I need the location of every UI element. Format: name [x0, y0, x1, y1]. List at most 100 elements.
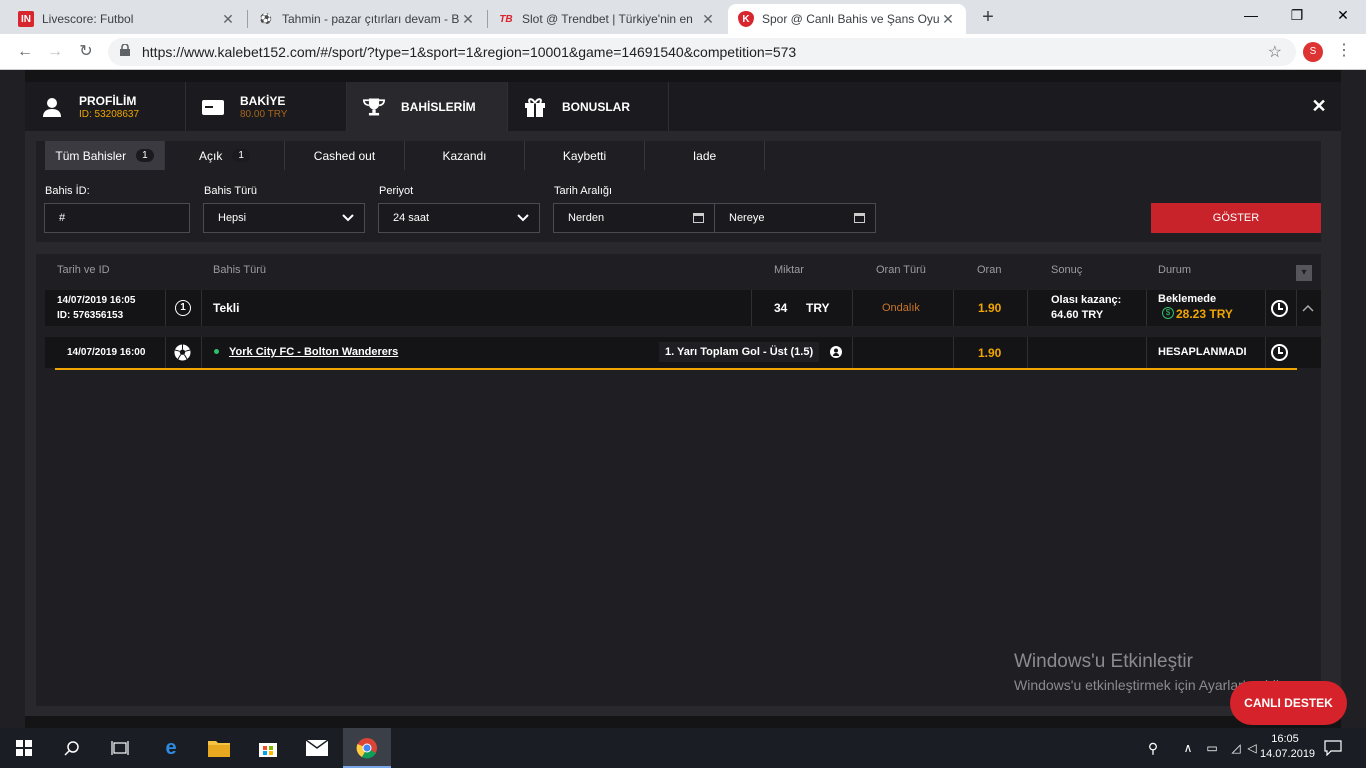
taskbar-clock[interactable]: 16:05 14.07.2019 [1260, 732, 1315, 762]
user-icon [41, 96, 63, 118]
subtab-won[interactable]: Kazandı [405, 141, 525, 170]
period-select[interactable]: 24 saat [378, 203, 540, 233]
kalebet-favicon-icon: K [738, 11, 754, 27]
back-button[interactable]: ← [13, 40, 37, 64]
divider [1296, 290, 1297, 326]
chevron-up-icon[interactable] [1302, 303, 1314, 313]
bet-type-value: Hepsi [218, 212, 247, 224]
subtab-all-bets[interactable]: Tüm Bahisler 1 [45, 141, 165, 170]
reload-button[interactable]: ↻ [74, 40, 98, 64]
subtab-label: Kaybetti [562, 148, 607, 163]
tab-balance[interactable]: BAKİYE 80.00 TRY [186, 82, 347, 131]
task-view-icon[interactable] [108, 736, 132, 760]
subtab-refund[interactable]: Iade [645, 141, 765, 170]
header-status: Durum [1158, 264, 1192, 276]
divider [852, 337, 853, 368]
table-row-bet[interactable]: 14/07/2019 16:05 ID: 576356153 1 Tekli 3… [45, 290, 1321, 326]
bet-amount: 34 [774, 301, 788, 315]
potential-win-label: Olası kazanç: [1051, 294, 1122, 306]
date-to-input[interactable]: Nereye [714, 203, 876, 233]
header-date-id: Tarih ve ID [57, 264, 110, 276]
soccer-ball-icon [174, 344, 191, 364]
date-from-input[interactable]: Nerden [553, 203, 715, 233]
bookmark-star-icon[interactable]: ☆ [1268, 42, 1282, 62]
minimize-button[interactable]: — [1228, 0, 1274, 32]
people-icon[interactable]: ⚲ [1141, 736, 1165, 760]
collapse-all-icon[interactable]: ▾ [1296, 265, 1312, 281]
date-from-value: Nerden [568, 212, 605, 224]
file-explorer-icon[interactable] [207, 736, 231, 760]
tab-bonuses[interactable]: BONUSLAR [508, 82, 669, 131]
subtab-label: Tüm Bahisler [55, 148, 127, 163]
chevron-down-icon [342, 214, 354, 222]
browser-tab-livescore[interactable]: IN Livescore: Futbol ✕ [8, 4, 246, 34]
close-tab-icon[interactable]: ✕ [460, 11, 476, 28]
calendar-icon [693, 213, 704, 223]
tab-profile-title: PROFİLİM [79, 93, 137, 108]
pending-clock-icon [1271, 344, 1288, 361]
close-window-button[interactable]: ✕ [1320, 0, 1366, 32]
subtab-open[interactable]: Açık 1 [165, 141, 285, 170]
browser-nav-bar: ← → ↻ https://www.kalebet152.com/#/sport… [0, 34, 1366, 70]
browser-tab-tahmin[interactable]: ⚽ Tahmin - pazar çıtırları devam - B ✕ [248, 4, 486, 34]
activation-watermark-title: Windows'u Etkinleştir [1014, 651, 1193, 672]
url-text: https://www.kalebet152.com/#/sport/?type… [142, 44, 797, 60]
site-left-column [0, 70, 25, 728]
profile-avatar[interactable]: S [1303, 42, 1323, 62]
bet-type-label: Bahis Türü [204, 185, 257, 197]
divider [1027, 290, 1028, 326]
divider [953, 290, 954, 326]
divider [1265, 290, 1266, 326]
store-icon[interactable] [256, 736, 280, 760]
subtab-cashed-out[interactable]: Cashed out [285, 141, 405, 170]
battery-icon[interactable]: ▭ [1200, 736, 1224, 760]
livescore-favicon-icon: IN [18, 11, 34, 27]
browser-tab-kalebet[interactable]: K Spor @ Canlı Bahis ve Şans Oyun ✕ [728, 4, 966, 34]
tab-profile[interactable]: PROFİLİM ID: 53208637 [25, 82, 186, 131]
date-range-label: Tarih Aralığı [554, 185, 613, 197]
chrome-icon[interactable] [355, 736, 379, 760]
tab-title: Spor @ Canlı Bahis ve Şans Oyun [762, 12, 940, 26]
search-icon[interactable] [60, 736, 84, 760]
edge-browser-icon[interactable]: e [159, 736, 183, 760]
close-tab-icon[interactable]: ✕ [220, 11, 236, 28]
period-value: 24 saat [393, 212, 430, 224]
chevron-up-icon[interactable]: ∧ [1176, 736, 1200, 760]
bet-type-select[interactable]: Hepsi [203, 203, 365, 233]
divider [201, 290, 202, 326]
forward-button[interactable]: → [43, 40, 67, 64]
browser-tab-trendbet[interactable]: TB Slot @ Trendbet | Türkiye'nin en ✕ [488, 4, 726, 34]
tab-my-bets-title: BAHİSLERİM [401, 99, 476, 114]
table-row-event: 14/07/2019 16:00 York City FC - Bolton W… [45, 337, 1321, 368]
wallet-icon [202, 96, 224, 118]
subtab-lost[interactable]: Kaybetti [525, 141, 645, 170]
potential-win-value: 64.60 TRY [1051, 309, 1104, 321]
calendar-icon [854, 213, 865, 223]
close-tab-icon[interactable]: ✕ [940, 11, 956, 28]
address-bar[interactable]: https://www.kalebet152.com/#/sport/?type… [108, 38, 1296, 66]
single-bet-icon: 1 [175, 300, 191, 316]
tab-my-bets[interactable]: BAHİSLERİM [347, 82, 508, 131]
divider [852, 290, 853, 326]
bet-id: ID: 576356153 [57, 310, 124, 321]
site-right-column [1341, 70, 1366, 728]
bet-type-value: Tekli [213, 301, 240, 315]
mail-icon[interactable] [305, 736, 329, 760]
cashout-amount[interactable]: 28.23 TRY [1176, 307, 1233, 321]
event-match-link[interactable]: York City FC - Bolton Wanderers [229, 346, 398, 358]
header-amount: Miktar [774, 264, 804, 276]
trophy-icon [363, 96, 385, 118]
live-support-button[interactable]: CANLI DESTEK [1230, 681, 1347, 725]
windows-start-icon[interactable] [12, 736, 36, 760]
divider [1265, 337, 1266, 368]
bet-id-input[interactable]: # [44, 203, 190, 233]
show-button[interactable]: GÖSTER [1151, 203, 1321, 233]
close-modal-icon[interactable]: ✕ [1309, 96, 1329, 116]
info-icon[interactable] [830, 346, 842, 358]
new-tab-button[interactable]: + [976, 6, 1000, 29]
notification-icon[interactable] [1321, 736, 1345, 760]
maximize-button[interactable]: ❐ [1274, 0, 1320, 32]
browser-menu-icon[interactable]: ⋮ [1336, 40, 1352, 60]
close-tab-icon[interactable]: ✕ [700, 11, 716, 28]
trendbet-favicon-icon: TB [499, 13, 513, 25]
